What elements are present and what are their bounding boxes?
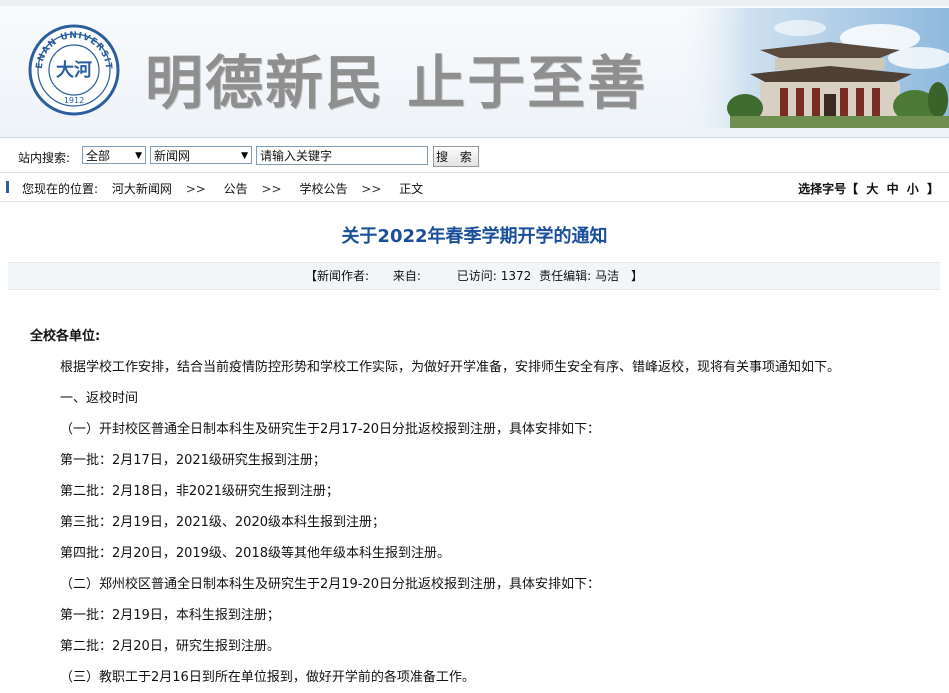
search-site-value: 新闻网: [154, 149, 191, 163]
breadcrumb-item-current: 正文: [399, 182, 424, 196]
meta-author-label: 【新闻作者:: [304, 269, 369, 283]
site-search-bar: 站内搜索: 全部 ▼ 新闻网 ▼ 搜 索: [0, 138, 949, 173]
dropdown-arrow-icon: ▼: [241, 151, 248, 161]
font-size-large[interactable]: 大: [866, 182, 878, 196]
university-motto: 明德新民 止于至善: [145, 49, 648, 117]
site-banner: HENAN UNIVERSITY 大河 1912 明德新民 止于至善: [0, 0, 949, 138]
article-salutation: 全校各单位:: [30, 329, 101, 344]
breadcrumb-bar: 您现在的位置: 河大新闻网 >> 公告 >> 学校公告 >> 正文 选择字号【 …: [0, 173, 949, 202]
article-paragraph: 第四批：2月20日，2019级、2018级等其他年级本科生报到注册。: [60, 546, 450, 561]
breadcrumb-separator: >>: [361, 182, 382, 196]
search-site-select[interactable]: 新闻网 ▼: [150, 146, 252, 164]
seal-center-text: 大河: [56, 59, 92, 81]
breadcrumb-prefix: 您现在的位置:: [22, 182, 99, 196]
font-size-small[interactable]: 小: [907, 182, 919, 196]
article-paragraph: 第一批：2月19日，本科生报到注册；: [60, 608, 280, 623]
search-label: 站内搜索:: [18, 151, 71, 165]
meta-editor-label: 责任编辑:: [539, 269, 592, 283]
article-paragraph: 根据学校工作安排，结合当前疫情防控形势和学校工作实际，为做好开学准备，安排师生安…: [60, 360, 841, 375]
article-paragraph: （一）开封校区普通全日制本科生及研究生于2月17-20日分批返校报到注册，具体安…: [60, 422, 601, 437]
article-paragraph: （三）教职工于2月16日到所在单位报到，做好开学前的各项准备工作。: [60, 670, 475, 685]
search-scope-select[interactable]: 全部 ▼: [82, 146, 146, 164]
banner-top-strip: [0, 0, 949, 6]
search-keyword-input[interactable]: [256, 146, 428, 165]
breadcrumb-separator: >>: [261, 182, 282, 196]
seal-year-text: 1912: [64, 96, 84, 105]
article-paragraph: 一、返校时间: [60, 391, 139, 406]
campus-building-illustration: [680, 8, 949, 128]
font-size-suffix: 】: [926, 182, 939, 196]
search-scope-value: 全部: [86, 149, 111, 163]
font-size-selector: 选择字号【 大 中 小 】: [796, 180, 941, 197]
meta-visits-value: 1372: [500, 269, 532, 283]
article-meta-bar: 【新闻作者: 来自: 已访问: 1372 责任编辑: 马洁 】: [8, 262, 940, 290]
article-title: 关于2022年春季学期开学的通知: [341, 226, 608, 247]
meta-close-bracket: 】: [631, 269, 644, 283]
article-paragraph: 第一批：2月17日，2021级研究生报到注册；: [60, 453, 326, 468]
dropdown-arrow-icon: ▼: [135, 151, 142, 161]
article-paragraph: 第二批：2月18日，非2021级研究生报到注册；: [60, 484, 339, 499]
breadcrumb-marker-icon: [6, 181, 9, 193]
breadcrumb: 您现在的位置: 河大新闻网 >> 公告 >> 学校公告 >> 正文: [22, 180, 433, 197]
breadcrumb-item-announcements[interactable]: 公告: [224, 182, 248, 196]
font-size-medium[interactable]: 中: [887, 182, 899, 196]
meta-editor-value: 马洁: [595, 269, 620, 283]
breadcrumb-item-school-announcements[interactable]: 学校公告: [299, 182, 347, 196]
breadcrumb-item-news-site[interactable]: 河大新闻网: [112, 182, 172, 196]
meta-visits-label: 已访问:: [456, 269, 497, 283]
article-paragraph: 第二批：2月20日，研究生报到注册。: [60, 639, 280, 654]
breadcrumb-separator: >>: [185, 182, 206, 196]
article-paragraph: （二）郑州校区普通全日制本科生及研究生于2月19-20日分批返校报到注册，具体安…: [60, 577, 601, 592]
search-button[interactable]: 搜 索: [433, 146, 479, 167]
font-size-label: 选择字号【: [798, 182, 859, 196]
university-seal-logo[interactable]: HENAN UNIVERSITY 大河 1912: [28, 24, 120, 116]
meta-source-label: 来自:: [392, 269, 421, 283]
article-paragraph: 第三批：2月19日，2021级、2020级本科生报到注册；: [60, 515, 385, 530]
